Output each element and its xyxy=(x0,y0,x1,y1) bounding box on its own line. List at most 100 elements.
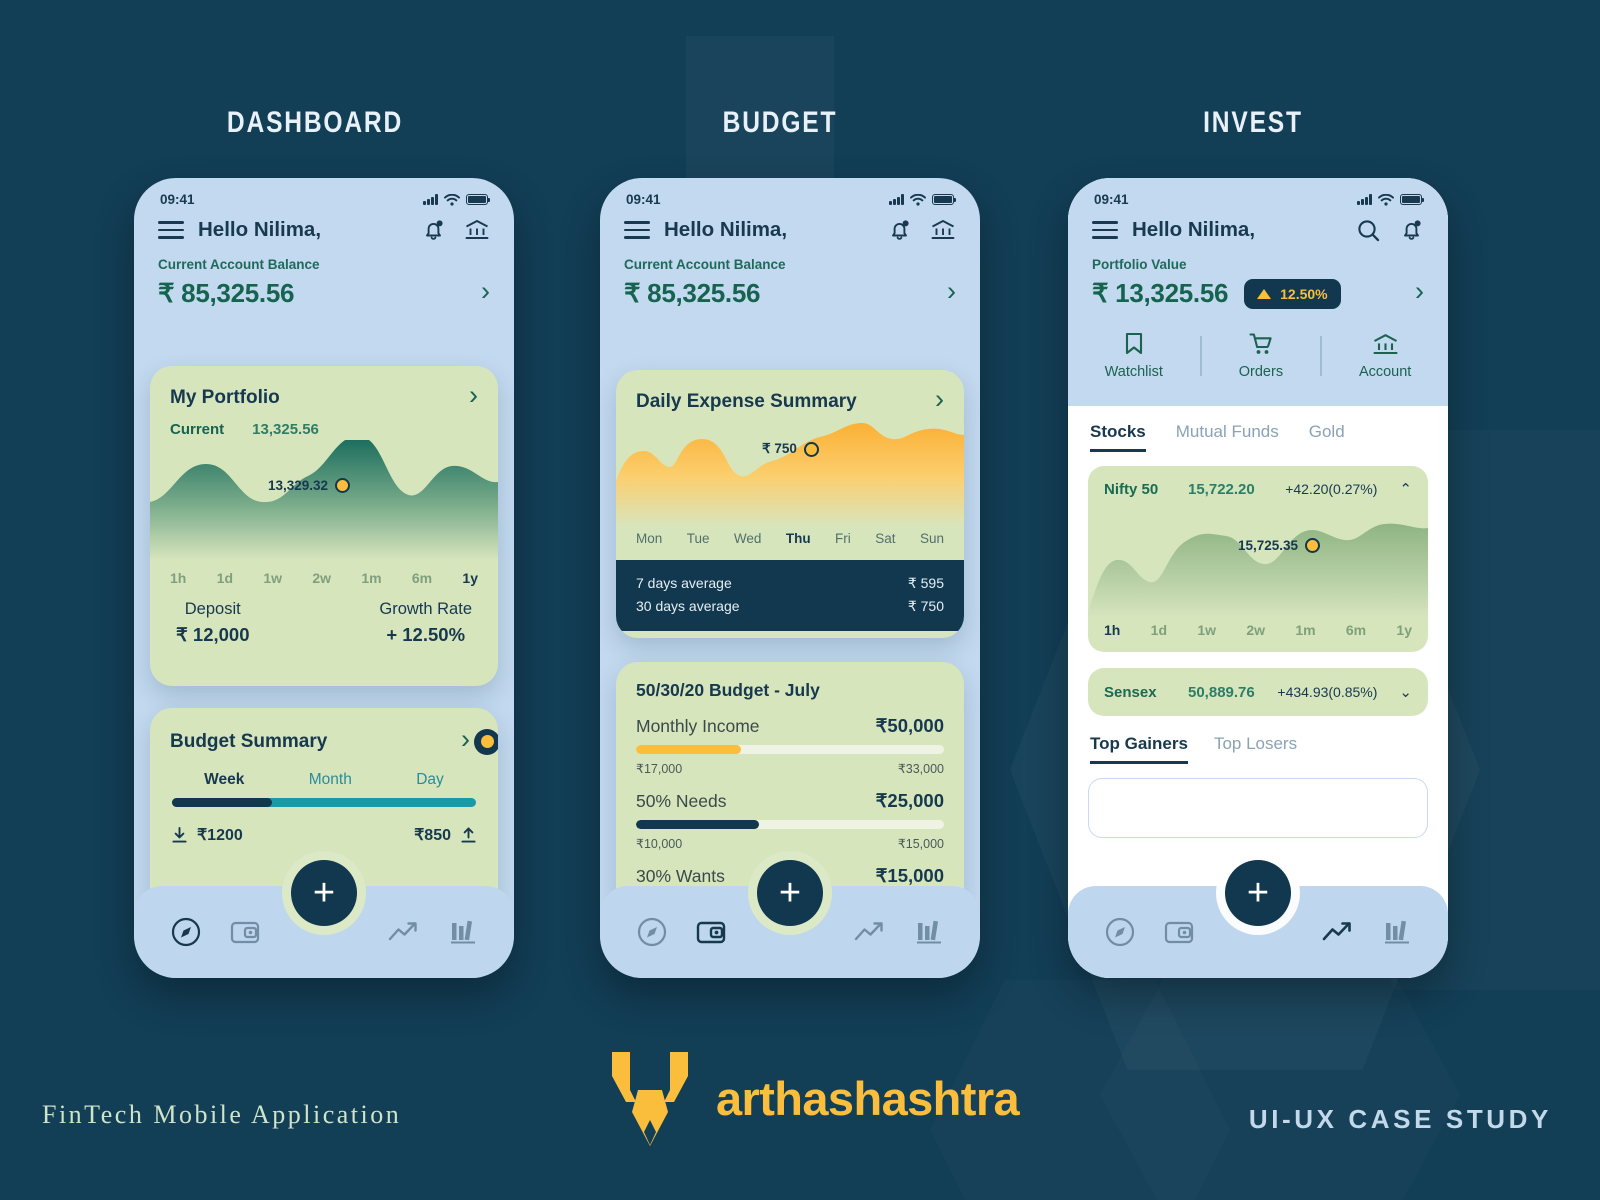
tab-top-losers[interactable]: Top Losers xyxy=(1214,734,1297,764)
day-wed[interactable]: Wed xyxy=(734,531,762,546)
notification-bell-icon[interactable] xyxy=(1399,217,1424,243)
menu-icon[interactable] xyxy=(1092,221,1118,239)
range-1w[interactable]: 1w xyxy=(263,570,282,586)
quick-actions-row[interactable]: Watchlist Orders Account xyxy=(1068,309,1448,398)
wallet-icon[interactable] xyxy=(229,917,261,947)
notification-bell-icon[interactable] xyxy=(887,217,912,243)
menu-icon[interactable] xyxy=(158,221,184,239)
compass-icon[interactable] xyxy=(170,916,202,948)
chevron-right-icon[interactable]: › xyxy=(469,382,478,413)
period-day[interactable]: Day xyxy=(416,771,444,789)
chevron-right-icon[interactable]: › xyxy=(947,278,956,309)
tab-gold[interactable]: Gold xyxy=(1309,422,1345,452)
range-1w[interactable]: 1w xyxy=(1197,622,1216,638)
trending-up-icon[interactable] xyxy=(853,919,887,945)
budget-row-name: Monthly Income xyxy=(636,716,760,736)
budget-row-progress xyxy=(636,745,944,754)
menu-icon[interactable] xyxy=(624,221,650,239)
bottom-navigation[interactable]: + xyxy=(1068,860,1448,978)
phone-invest: 09:41 Hello Nilima, Portfolio Value ₹ 13… xyxy=(1068,178,1448,978)
tab-mutual-funds[interactable]: Mutual Funds xyxy=(1176,422,1279,452)
add-button[interactable]: + xyxy=(1225,860,1291,926)
portfolio-current-label: Current xyxy=(170,421,225,438)
nifty-area-chart: 15,725.35 xyxy=(1088,500,1428,618)
range-1h[interactable]: 1h xyxy=(1104,622,1120,638)
range-1h[interactable]: 1h xyxy=(170,570,186,586)
range-1m[interactable]: 1m xyxy=(361,570,381,586)
wallet-icon[interactable] xyxy=(1163,917,1195,947)
tab-stocks[interactable]: Stocks xyxy=(1090,422,1146,452)
status-bar: 09:41 xyxy=(134,178,514,207)
sensex-card[interactable]: Sensex 50,889.76 +434.93(0.85%) ⌄ xyxy=(1088,668,1428,716)
range-1d[interactable]: 1d xyxy=(1151,622,1167,638)
portfolio-value-section[interactable]: Portfolio Value ₹ 13,325.56 12.50% › xyxy=(1068,243,1448,309)
tab-top-gainers[interactable]: Top Gainers xyxy=(1090,734,1188,764)
library-icon[interactable] xyxy=(448,917,478,947)
account-balance-section[interactable]: Current Account Balance ₹ 85,325.56 › xyxy=(600,243,980,309)
daily-expense-area-chart: ₹ 750 xyxy=(616,419,964,527)
mover-list-item[interactable] xyxy=(1088,778,1428,838)
budget-period-tabs[interactable]: Week Month Day xyxy=(150,757,498,789)
range-1y[interactable]: 1y xyxy=(462,570,478,586)
budget-row-name: 30% Wants xyxy=(636,866,725,886)
add-button[interactable]: + xyxy=(291,860,357,926)
trending-up-icon[interactable] xyxy=(1321,919,1355,945)
my-portfolio-card[interactable]: My Portfolio › Current 13,325.56 13,329.… xyxy=(150,366,498,686)
day-sat[interactable]: Sat xyxy=(875,531,895,546)
app-header: Hello Nilima, xyxy=(1068,207,1448,243)
search-icon[interactable] xyxy=(1356,218,1381,243)
status-time: 09:41 xyxy=(160,192,195,207)
day-sun[interactable]: Sun xyxy=(920,531,944,546)
index-value: 50,889.76 xyxy=(1188,683,1255,701)
quick-action-watchlist[interactable]: Watchlist xyxy=(1105,331,1163,380)
day-thu[interactable]: Thu xyxy=(786,531,811,546)
notification-bell-icon[interactable] xyxy=(421,217,446,243)
day-tue[interactable]: Tue xyxy=(687,531,710,546)
day-mon[interactable]: Mon xyxy=(636,531,662,546)
screen-title-dashboard: DASHBOARD xyxy=(226,106,404,139)
quick-action-orders[interactable]: Orders xyxy=(1239,331,1283,380)
bottom-navigation[interactable]: + xyxy=(134,860,514,978)
compass-icon[interactable] xyxy=(1104,916,1136,948)
nifty-range-selector[interactable]: 1h 1d 1w 2w 1m 6m 1y xyxy=(1088,618,1428,652)
range-6m[interactable]: 6m xyxy=(412,570,432,586)
movers-tabs[interactable]: Top Gainers Top Losers xyxy=(1068,716,1448,764)
budget-period-slider[interactable] xyxy=(172,798,476,807)
nifty-50-card[interactable]: Nifty 50 15,722.20 +42.20(0.27%) ⌃ 15,72… xyxy=(1088,466,1428,652)
asset-class-tabs[interactable]: Stocks Mutual Funds Gold xyxy=(1068,406,1448,452)
compass-icon[interactable] xyxy=(636,916,668,948)
portfolio-range-selector[interactable]: 1h 1d 1w 2w 1m 6m 1y xyxy=(150,560,498,586)
range-6m[interactable]: 6m xyxy=(1346,622,1366,638)
index-change: +434.93(0.85%) xyxy=(1277,684,1378,700)
period-week[interactable]: Week xyxy=(204,771,244,789)
average-label: 7 days average xyxy=(636,575,732,591)
quick-action-account[interactable]: Account xyxy=(1359,332,1411,380)
chevron-right-icon[interactable]: › xyxy=(481,278,490,309)
range-2w[interactable]: 2w xyxy=(312,570,331,586)
chevron-right-icon[interactable]: › xyxy=(935,386,944,417)
account-balance-section[interactable]: Current Account Balance ₹ 85,325.56 › xyxy=(134,243,514,309)
wifi-icon xyxy=(444,193,460,206)
range-1y[interactable]: 1y xyxy=(1396,622,1412,638)
chevron-down-icon[interactable]: ⌄ xyxy=(1399,683,1412,701)
bank-icon[interactable] xyxy=(464,218,490,242)
wallet-icon[interactable] xyxy=(695,917,727,947)
weekday-selector[interactable]: Mon Tue Wed Thu Fri Sat Sun xyxy=(616,527,964,546)
bottom-navigation[interactable]: + xyxy=(600,860,980,978)
add-button[interactable]: + xyxy=(757,860,823,926)
library-icon[interactable] xyxy=(914,917,944,947)
library-icon[interactable] xyxy=(1382,917,1412,947)
battery-icon xyxy=(466,194,491,205)
day-fri[interactable]: Fri xyxy=(835,531,851,546)
bank-icon[interactable] xyxy=(930,218,956,242)
budget-summary-title: Budget Summary xyxy=(170,730,328,752)
range-2w[interactable]: 2w xyxy=(1246,622,1265,638)
range-1d[interactable]: 1d xyxy=(217,570,233,586)
chevron-right-icon[interactable]: › xyxy=(1415,278,1424,309)
chevron-right-icon[interactable]: › xyxy=(461,726,470,757)
range-1m[interactable]: 1m xyxy=(1295,622,1315,638)
period-month[interactable]: Month xyxy=(309,771,352,789)
daily-expense-card[interactable]: Daily Expense Summary › ₹ 750 Mon Tue We… xyxy=(616,370,964,638)
trending-up-icon[interactable] xyxy=(387,919,421,945)
chevron-up-icon[interactable]: ⌃ xyxy=(1399,480,1412,498)
